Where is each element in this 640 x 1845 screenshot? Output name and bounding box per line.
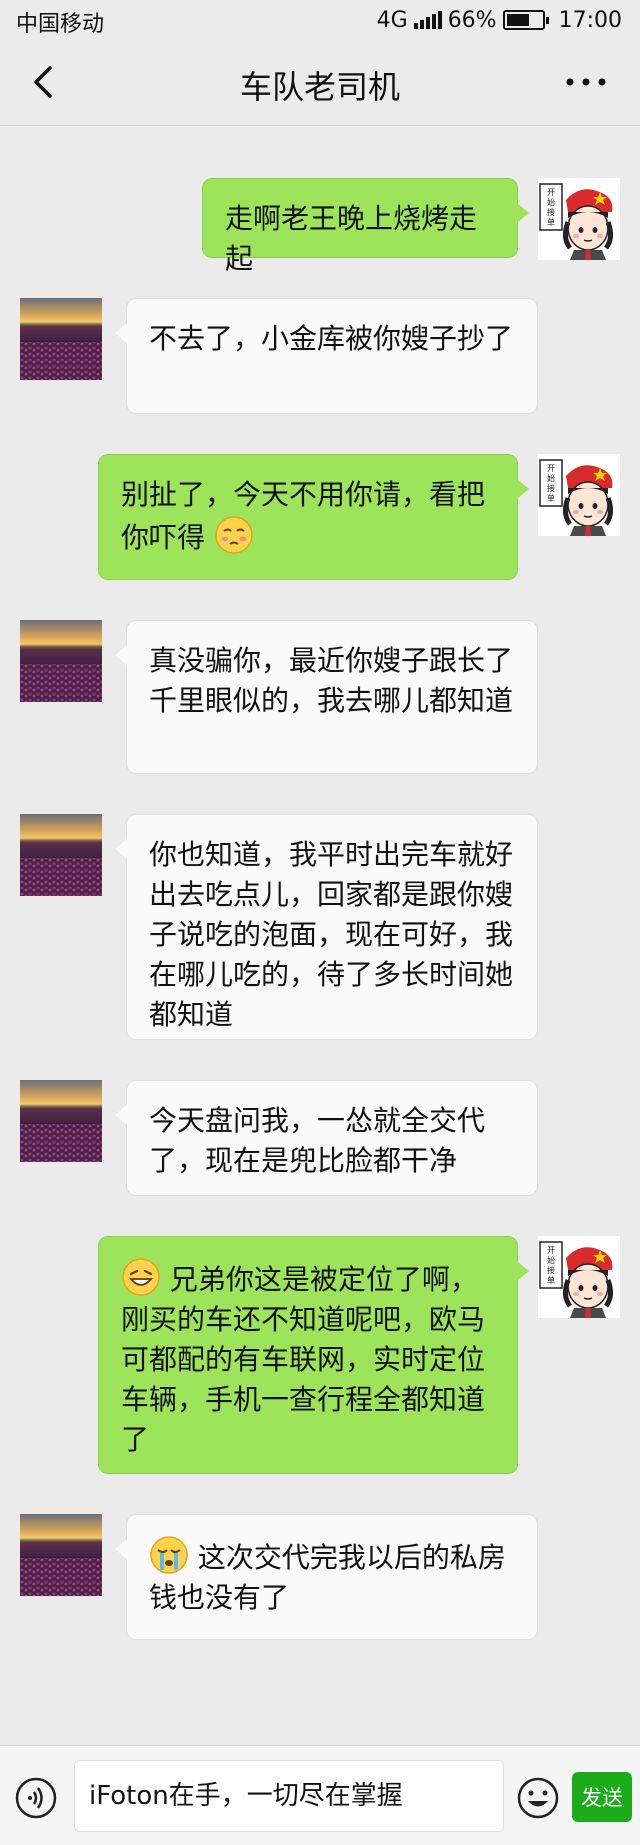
svg-text:开: 开: [547, 1246, 555, 1255]
voice-icon[interactable]: [14, 1776, 58, 1820]
message-in[interactable]: 今天盘问我，一怂就全交代了，现在是兜比脸都干净: [115, 1080, 538, 1196]
svg-text:单: 单: [547, 493, 555, 503]
chat-title: 车队老司机: [239, 68, 400, 106]
sign-text: 开: [547, 188, 555, 197]
message-text: 真没骗你，最近你嫂子跟长了千里眼似的，我去哪儿都知道: [149, 644, 514, 717]
message-input-value: iFoton在手，一切尽在掌握: [89, 1781, 403, 1811]
sunset-field-avatar[interactable]: [20, 1080, 102, 1162]
sunset-field-avatar[interactable]: [20, 298, 102, 380]
network-label: 4G: [376, 7, 408, 33]
svg-text:接: 接: [547, 483, 555, 493]
carrier-label: 中国移动: [16, 12, 105, 37]
nav-bar: 车队老司机: [0, 40, 640, 126]
signal-icon: [413, 11, 442, 29]
sunset-field-avatar[interactable]: [20, 620, 102, 702]
send-button[interactable]: 发送: [572, 1772, 632, 1822]
message-input[interactable]: iFoton在手，一切尽在掌握: [74, 1760, 504, 1832]
message-in[interactable]: 你也知道，我平时出完车就好出去吃点儿，回家都是跟你嫂子说吃的泡面，现在可好，我在…: [115, 814, 538, 1040]
battery-percent: 66%: [447, 7, 497, 33]
smiley-icon[interactable]: [516, 1776, 560, 1820]
message-text: 今天盘问我，一怂就全交代了，现在是兜比脸都干净: [149, 1104, 486, 1177]
battery-icon: [502, 10, 549, 30]
message-text: 别扯了，今天不用你请，看把你吓得: [121, 478, 486, 554]
message-out[interactable]: 别扯了，今天不用你请，看把你吓得: [98, 454, 529, 580]
message-text: 走啊老王晚上烧烤走起: [225, 202, 478, 275]
svg-text:接: 接: [547, 207, 555, 217]
message-text: 兄弟你这是被定位了啊，刚买的车还不知道呢吧，欧马可都配的有车联网，实时定位车辆，…: [121, 1263, 486, 1456]
sunset-field-avatar[interactable]: [20, 1514, 102, 1596]
crying-emoji: [150, 1536, 188, 1574]
message-out[interactable]: 兄弟你这是被定位了啊，刚买的车还不知道呢吧，欧马可都配的有车联网，实时定位车辆，…: [98, 1236, 529, 1474]
svg-text:接: 接: [547, 1265, 555, 1275]
smirk-emoji: [215, 516, 253, 554]
battery-fill: [506, 14, 530, 26]
svg-text:单: 单: [547, 1275, 555, 1285]
svg-text:单: 单: [547, 217, 555, 227]
message-in[interactable]: 不去了，小金库被你嫂子抄了: [115, 298, 538, 414]
svg-text:始: 始: [547, 197, 555, 207]
girl-sign-avatar[interactable]: 开 始 接 单: [538, 1236, 620, 1318]
status-bar: 中国移动 4G 66% 17:00: [0, 0, 640, 40]
girl-sign-avatar[interactable]: 开 始 接 单: [538, 454, 620, 536]
message-in[interactable]: 真没骗你，最近你嫂子跟长了千里眼似的，我去哪儿都知道: [115, 620, 538, 774]
more-dots-icon[interactable]: [562, 68, 610, 96]
message-in[interactable]: 这次交代完我以后的私房钱也没有了: [115, 1514, 538, 1640]
girl-sign-avatar[interactable]: 开 始 接 单: [538, 178, 620, 260]
svg-text:始: 始: [547, 1255, 555, 1265]
sunset-field-avatar[interactable]: [20, 814, 102, 896]
grin-emoji: [122, 1258, 160, 1296]
clock: 17:00: [558, 7, 622, 33]
status-indicators: 4G 66% 17:00: [377, 6, 622, 34]
message-text: 不去了，小金库被你嫂子抄了: [149, 322, 514, 355]
svg-text:开: 开: [547, 464, 555, 473]
svg-text:始: 始: [547, 473, 555, 483]
message-out[interactable]: 走啊老王晚上烧烤走起: [202, 178, 529, 275]
message-text: 这次交代完我以后的私房钱也没有了: [149, 1541, 506, 1614]
message-text: 你也知道，我平时出完车就好出去吃点儿，回家都是跟你嫂子说吃的泡面，现在可好，我在…: [149, 838, 514, 1031]
input-bar: iFoton在手，一切尽在掌握 发送: [0, 1745, 640, 1845]
